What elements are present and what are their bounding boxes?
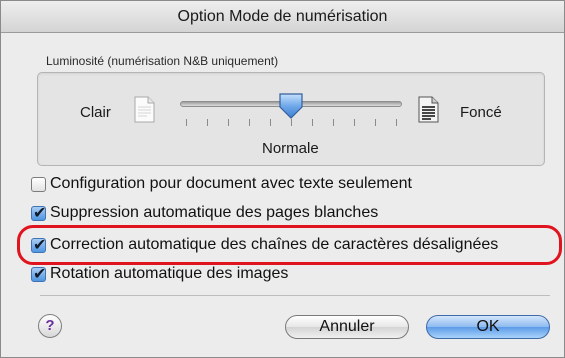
option-label: Rotation automatique des images <box>50 265 289 282</box>
brightness-value-label: Normale <box>262 140 319 157</box>
option-blank-page-removal[interactable]: Suppression automatique des pages blanch… <box>31 202 378 224</box>
dark-document-icon <box>418 96 439 123</box>
option-label: Configuration pour document avec texte s… <box>50 175 412 192</box>
slider-ticks <box>186 119 398 127</box>
option-text-only-document[interactable]: Configuration pour document avec texte s… <box>31 173 412 195</box>
separator <box>40 295 550 296</box>
dark-label: Foncé <box>460 104 502 121</box>
help-button[interactable]: ? <box>38 314 62 338</box>
brightness-slider-thumb[interactable] <box>278 92 304 120</box>
checkbox-text-only-document[interactable] <box>31 176 46 192</box>
brightness-group-label: Luminosité (numérisation N&B uniquement) <box>46 54 279 68</box>
light-document-icon <box>134 96 155 123</box>
option-label: Suppression automatique des pages blanch… <box>50 204 379 221</box>
checkbox-auto-rotation[interactable] <box>31 264 46 283</box>
ok-button[interactable]: OK <box>426 315 550 339</box>
option-auto-rotation[interactable]: Rotation automatique des images <box>31 263 288 285</box>
light-label: Clair <box>80 104 111 121</box>
cancel-button[interactable]: Annuler <box>285 315 409 339</box>
window-title: Option Mode de numérisation <box>1 1 564 33</box>
highlight-annotation <box>17 225 562 265</box>
checkbox-blank-page-removal[interactable] <box>31 203 46 222</box>
